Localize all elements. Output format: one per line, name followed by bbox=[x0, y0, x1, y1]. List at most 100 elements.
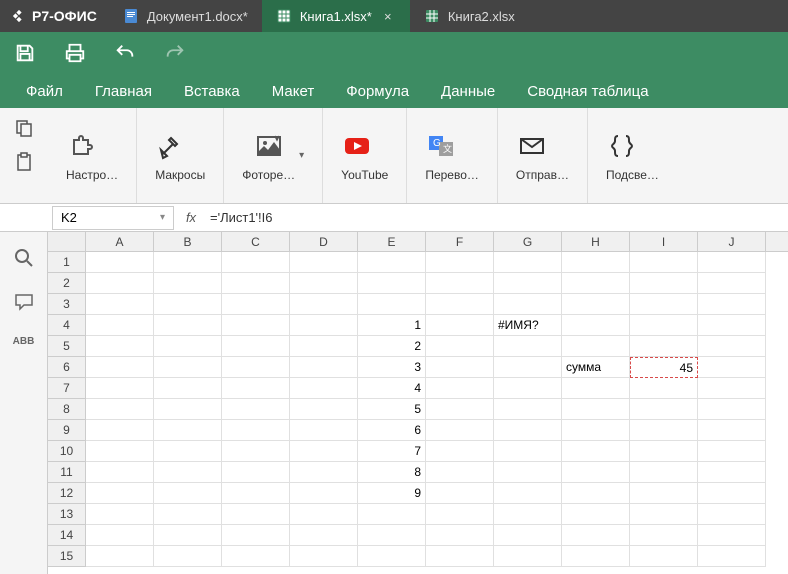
row-header-5[interactable]: 5 bbox=[48, 336, 86, 357]
row-header-6[interactable]: 6 bbox=[48, 357, 86, 378]
row-header-10[interactable]: 10 bbox=[48, 441, 86, 462]
formula-input[interactable]: ='Лист1'!I6 bbox=[204, 210, 788, 225]
cell-H12[interactable] bbox=[562, 483, 630, 504]
cell-J13[interactable] bbox=[698, 504, 766, 525]
cell-J9[interactable] bbox=[698, 420, 766, 441]
row-header-14[interactable]: 14 bbox=[48, 525, 86, 546]
cell-G15[interactable] bbox=[494, 546, 562, 567]
cell-A10[interactable] bbox=[86, 441, 154, 462]
cell-C3[interactable] bbox=[222, 294, 290, 315]
cell-F8[interactable] bbox=[426, 399, 494, 420]
cell-I11[interactable] bbox=[630, 462, 698, 483]
cell-F15[interactable] bbox=[426, 546, 494, 567]
cell-A14[interactable] bbox=[86, 525, 154, 546]
tab-book1[interactable]: Книга1.xlsx* × bbox=[262, 0, 410, 32]
cell-B9[interactable] bbox=[154, 420, 222, 441]
cell-G5[interactable] bbox=[494, 336, 562, 357]
cell-I13[interactable] bbox=[630, 504, 698, 525]
col-header-A[interactable]: A bbox=[86, 232, 154, 251]
menu-вставка[interactable]: Вставка bbox=[168, 74, 256, 108]
cell-C9[interactable] bbox=[222, 420, 290, 441]
menu-формула[interactable]: Формула bbox=[330, 74, 425, 108]
cell-A13[interactable] bbox=[86, 504, 154, 525]
cell-E12[interactable]: 9 bbox=[358, 483, 426, 504]
cell-I10[interactable] bbox=[630, 441, 698, 462]
cell-D13[interactable] bbox=[290, 504, 358, 525]
cell-B5[interactable] bbox=[154, 336, 222, 357]
cell-I5[interactable] bbox=[630, 336, 698, 357]
cell-J10[interactable] bbox=[698, 441, 766, 462]
cell-E3[interactable] bbox=[358, 294, 426, 315]
cell-G2[interactable] bbox=[494, 273, 562, 294]
cell-E1[interactable] bbox=[358, 252, 426, 273]
col-header-E[interactable]: E bbox=[358, 232, 426, 251]
cell-I9[interactable] bbox=[630, 420, 698, 441]
cell-I15[interactable] bbox=[630, 546, 698, 567]
undo-icon[interactable] bbox=[114, 42, 136, 64]
cell-B6[interactable] bbox=[154, 357, 222, 378]
cell-E6[interactable]: 3 bbox=[358, 357, 426, 378]
cell-B2[interactable] bbox=[154, 273, 222, 294]
ribbon-translate[interactable]: G文Перево… bbox=[407, 108, 498, 203]
row-header-4[interactable]: 4 bbox=[48, 315, 86, 336]
cell-H8[interactable] bbox=[562, 399, 630, 420]
cell-E7[interactable]: 4 bbox=[358, 378, 426, 399]
cell-A15[interactable] bbox=[86, 546, 154, 567]
ribbon-braces[interactable]: Подсве… bbox=[588, 108, 677, 203]
cell-F11[interactable] bbox=[426, 462, 494, 483]
cell-B15[interactable] bbox=[154, 546, 222, 567]
cell-G3[interactable] bbox=[494, 294, 562, 315]
cell-A11[interactable] bbox=[86, 462, 154, 483]
cell-D5[interactable] bbox=[290, 336, 358, 357]
chevron-down-icon[interactable]: ▾ bbox=[299, 150, 304, 161]
cell-D6[interactable] bbox=[290, 357, 358, 378]
cell-E2[interactable] bbox=[358, 273, 426, 294]
select-all-corner[interactable] bbox=[48, 232, 86, 251]
cell-J7[interactable] bbox=[698, 378, 766, 399]
cell-I6[interactable]: 45 bbox=[630, 357, 698, 378]
cell-I8[interactable] bbox=[630, 399, 698, 420]
cell-C8[interactable] bbox=[222, 399, 290, 420]
cell-H11[interactable] bbox=[562, 462, 630, 483]
paste-icon[interactable] bbox=[14, 152, 34, 172]
cell-I4[interactable] bbox=[630, 315, 698, 336]
cell-A12[interactable] bbox=[86, 483, 154, 504]
cell-D12[interactable] bbox=[290, 483, 358, 504]
cell-C7[interactable] bbox=[222, 378, 290, 399]
cell-F2[interactable] bbox=[426, 273, 494, 294]
col-header-G[interactable]: G bbox=[494, 232, 562, 251]
fx-button[interactable]: fx bbox=[178, 210, 204, 225]
cell-G1[interactable] bbox=[494, 252, 562, 273]
cell-C4[interactable] bbox=[222, 315, 290, 336]
ribbon-youtube[interactable]: YouTube bbox=[323, 108, 407, 203]
cell-H4[interactable] bbox=[562, 315, 630, 336]
row-header-3[interactable]: 3 bbox=[48, 294, 86, 315]
cell-B7[interactable] bbox=[154, 378, 222, 399]
cell-A7[interactable] bbox=[86, 378, 154, 399]
cell-B8[interactable] bbox=[154, 399, 222, 420]
menu-сводная таблица[interactable]: Сводная таблица bbox=[511, 74, 664, 108]
cell-I1[interactable] bbox=[630, 252, 698, 273]
cell-B11[interactable] bbox=[154, 462, 222, 483]
cell-F12[interactable] bbox=[426, 483, 494, 504]
cell-A9[interactable] bbox=[86, 420, 154, 441]
cell-G13[interactable] bbox=[494, 504, 562, 525]
cell-H9[interactable] bbox=[562, 420, 630, 441]
cell-J4[interactable] bbox=[698, 315, 766, 336]
cell-E4[interactable]: 1 bbox=[358, 315, 426, 336]
row-header-8[interactable]: 8 bbox=[48, 399, 86, 420]
cell-B4[interactable] bbox=[154, 315, 222, 336]
cell-B14[interactable] bbox=[154, 525, 222, 546]
row-header-9[interactable]: 9 bbox=[48, 420, 86, 441]
cell-D10[interactable] bbox=[290, 441, 358, 462]
cell-A4[interactable] bbox=[86, 315, 154, 336]
comment-icon[interactable] bbox=[14, 292, 34, 312]
cell-G14[interactable] bbox=[494, 525, 562, 546]
cell-F7[interactable] bbox=[426, 378, 494, 399]
row-header-2[interactable]: 2 bbox=[48, 273, 86, 294]
cell-E10[interactable]: 7 bbox=[358, 441, 426, 462]
row-header-15[interactable]: 15 bbox=[48, 546, 86, 567]
menu-макет[interactable]: Макет bbox=[256, 74, 330, 108]
col-header-F[interactable]: F bbox=[426, 232, 494, 251]
cell-B12[interactable] bbox=[154, 483, 222, 504]
